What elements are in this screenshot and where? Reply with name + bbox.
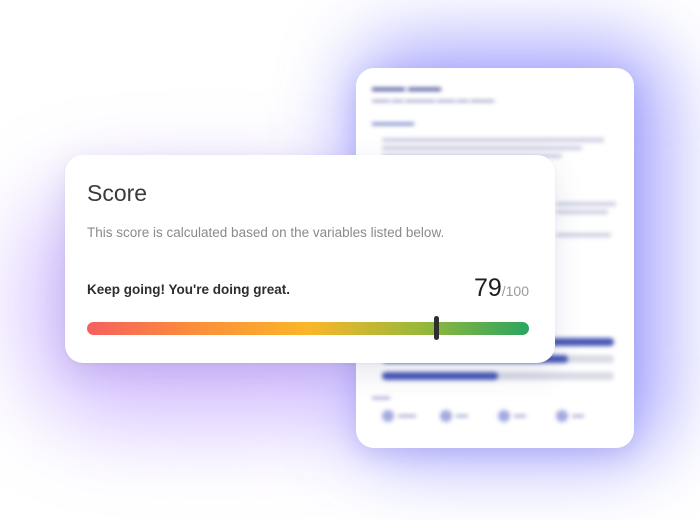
legend-dot-icon [382,410,394,422]
canvas: ▬▬▬ ▬▬▬ ▬▬▬ ▬▬ ▬▬▬▬▬ ▬▬▬ ▬▬ ▬▬▬▬ ▬▬▬▬▬▬ … [0,0,700,520]
background-section-label: ▬▬▬▬▬▬ [372,120,414,127]
legend-dot-icon [556,410,568,422]
legend-dot-icon [440,410,452,422]
score-readout: 79/100 [474,274,529,303]
background-legend-label: ▬▬▬ [372,395,390,401]
score-marker [433,316,439,340]
background-report-title: ▬▬▬ ▬▬▬ [372,82,442,94]
score-gradient-bar [87,322,529,335]
background-legend-item: ▬▬▬ [382,410,416,422]
background-text-line [556,202,616,206]
legend-dot-icon [498,410,510,422]
score-value: 79 [473,274,502,302]
background-report-meta: ▬▬▬ ▬▬ ▬▬▬▬▬ ▬▬▬ ▬▬ ▬▬▬▬ [372,98,495,104]
score-title: Score [87,180,148,206]
background-text-line [382,138,604,142]
background-legend-item: ▬▬ [556,410,584,422]
score-message: Keep going! You're doing great. [87,282,290,297]
score-description: This score is calculated based on the va… [87,225,445,240]
background-legend-item: ▬▬ [498,410,526,422]
score-max: /100 [501,283,529,299]
background-text-line [556,210,608,214]
background-text-line [556,233,611,237]
background-progress-fill [382,372,498,380]
background-progress-bar [382,372,614,380]
background-text-line [382,146,582,150]
score-card: Score This score is calculated based on … [65,155,555,363]
background-legend-item: ▬▬ [440,410,468,422]
